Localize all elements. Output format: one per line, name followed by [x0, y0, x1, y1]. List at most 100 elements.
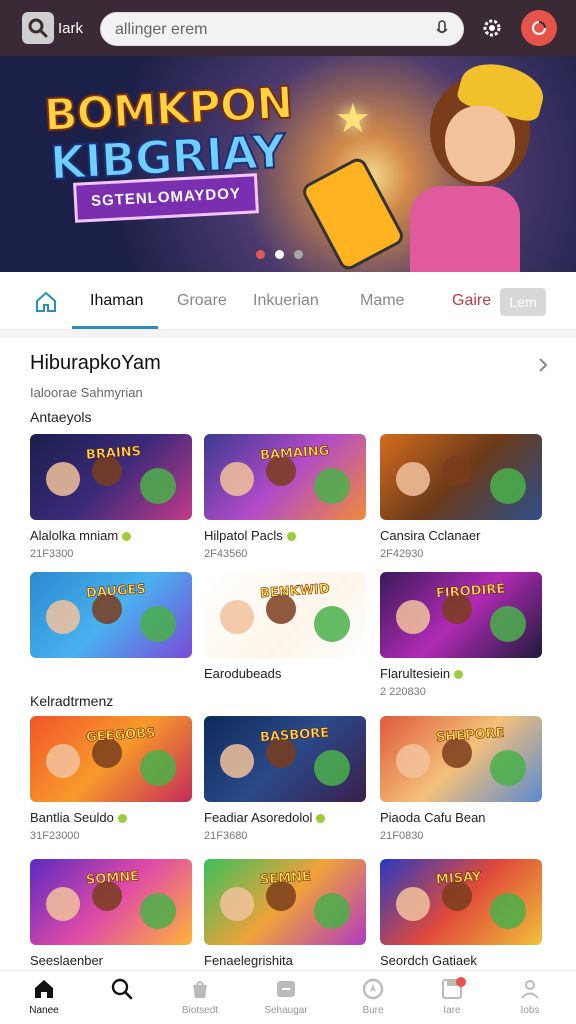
game-thumbnail[interactable]: GEEGOBS [30, 716, 192, 802]
chevron-right-icon[interactable] [536, 356, 550, 374]
gear-icon[interactable] [480, 16, 504, 40]
thumbnail-title: SEMNE [259, 869, 312, 888]
character-illustration [490, 468, 526, 504]
nav-item-save[interactable]: Iare [422, 977, 482, 1016]
game-title: Piaoda Cafu Bean [380, 810, 542, 825]
search-icon [111, 978, 133, 1000]
game-card[interactable]: FIRODIRE Flarultesiein 2 220830 [380, 572, 542, 698]
character-illustration [396, 600, 430, 634]
game-card[interactable]: DAUGES [30, 572, 192, 658]
character-illustration [220, 600, 254, 634]
character-illustration [46, 600, 80, 634]
hero-character-body [410, 186, 520, 272]
character-illustration [314, 606, 350, 642]
character-illustration [220, 462, 254, 496]
carousel-dot[interactable] [256, 250, 265, 259]
thumbnail-title: FIRODIRE [435, 581, 506, 602]
game-meta: 21F0830 [380, 830, 424, 842]
game-card[interactable]: SEMNE Fenaelegrishita [204, 859, 366, 968]
game-title: Earodubeads [204, 666, 366, 681]
game-card[interactable]: BENKWID Earodubeads [204, 572, 366, 681]
home-icon [35, 980, 53, 998]
game-meta: 2F42930 [380, 548, 424, 560]
nav-label: Nanee [29, 1005, 59, 1016]
nav-item-compass[interactable]: Bure [343, 977, 403, 1016]
hero-ribbon: SGTENLOMAYDOY [73, 173, 259, 223]
tab-mame[interactable]: Mame [360, 292, 404, 310]
divider [0, 330, 576, 338]
game-card[interactable]: BASBORE Feadiar Asoredolol 21F3680 [204, 716, 366, 842]
home-icon[interactable] [34, 290, 58, 314]
status-badge [454, 670, 464, 680]
game-thumbnail[interactable]: BAMAING [204, 434, 366, 520]
game-card[interactable]: SOMNE Seeslaenber [30, 859, 192, 968]
game-card[interactable]: Cansira Cclanaer 2F42930 [380, 434, 542, 560]
game-thumbnail[interactable]: BENKWID [204, 572, 366, 658]
thumbnail-title: DAUGES [85, 581, 147, 602]
search-input[interactable] [115, 19, 415, 41]
hero-banner[interactable]: ★ BOMKPON KIBGRIAY SGTENLOMAYDOY [0, 56, 576, 272]
section-subtitle: Ialoorae Sahmyrian [30, 385, 143, 400]
game-thumbnail[interactable] [380, 434, 542, 520]
group-label: Antaeyols [30, 409, 92, 425]
bottom-nav: Nanee Biotsedt Sehaugar Bure Iare Iobs [0, 970, 576, 1024]
game-thumbnail[interactable]: DAUGES [30, 572, 192, 658]
game-title: Cansira Cclanaer [380, 528, 542, 543]
game-thumbnail[interactable]: SHEPORE [380, 716, 542, 802]
game-thumbnail[interactable]: FIRODIRE [380, 572, 542, 658]
tab-pill-button[interactable]: Lem [500, 288, 546, 316]
game-card[interactable]: BAMAING Hilpatol Pacls 2F43560 [204, 434, 366, 560]
game-title: Hilpatol Pacls [204, 528, 366, 543]
game-meta: 2F43560 [204, 548, 248, 560]
hero-character-face [445, 106, 515, 182]
search-bar[interactable] [100, 12, 464, 46]
thumbnail-title: BASBORE [259, 725, 330, 746]
thumbnail-title: SOMNE [85, 869, 140, 888]
carousel-dot[interactable] [275, 250, 284, 259]
compass-icon [362, 978, 384, 1000]
tab-inkuerian[interactable]: Inkuerian [253, 292, 319, 310]
game-thumbnail[interactable]: MISAY [380, 859, 542, 945]
game-thumbnail[interactable]: BASBORE [204, 716, 366, 802]
game-thumbnail[interactable]: BRAINS [30, 434, 192, 520]
character-illustration [140, 468, 176, 504]
tab-groare[interactable]: Groare [177, 292, 227, 310]
nav-item-search[interactable] [92, 977, 152, 1005]
character-illustration [314, 750, 350, 786]
thumbnail-title: MISAY [435, 869, 482, 888]
nav-item-bag[interactable]: Biotsedt [170, 977, 230, 1016]
game-thumbnail[interactable]: SEMNE [204, 859, 366, 945]
character-illustration [396, 887, 430, 921]
tab-ihaman[interactable]: Ihaman [90, 292, 143, 310]
game-title-text: Piaoda Cafu Bean [380, 810, 486, 825]
thumbnail-title: GEEGOBS [85, 725, 156, 746]
nav-item-home[interactable]: Nanee [14, 977, 74, 1016]
carousel-dot[interactable] [294, 250, 303, 259]
search-logo-icon[interactable] [22, 12, 54, 44]
game-title-text: Alalolka mniam [30, 528, 119, 543]
character-illustration [490, 606, 526, 642]
mic-icon[interactable] [435, 20, 449, 38]
profile-icon [532, 21, 546, 35]
nav-item-controller[interactable]: Sehaugar [256, 977, 316, 1016]
game-title-text: Cansira Cclanaer [380, 528, 481, 543]
category-tabs: Ihaman Groare Inkuerian Mame Gaire Lem [0, 272, 576, 330]
nav-label: Bure [362, 1005, 384, 1016]
game-card[interactable]: SHEPORE Piaoda Cafu Bean 21F0830 [380, 716, 542, 842]
game-card[interactable]: MISAY Seordch Gatiaek [380, 859, 542, 968]
game-card[interactable]: GEEGOBS Bantlia Seuldo 31F23000 [30, 716, 192, 842]
active-tab-indicator [72, 326, 158, 329]
tab-gaire[interactable]: Gaire [452, 292, 491, 310]
character-illustration [140, 893, 176, 929]
profile-button[interactable] [521, 10, 557, 46]
character-illustration [46, 744, 80, 778]
character-illustration [396, 462, 430, 496]
game-thumbnail[interactable]: SOMNE [30, 859, 192, 945]
nav-item-profile[interactable]: Iobs [500, 977, 560, 1016]
character-illustration [490, 893, 526, 929]
game-card[interactable]: BRAINS Alalolka mniam 21F3300 [30, 434, 192, 560]
game-title-text: Flarultesiein [380, 666, 451, 681]
hero-phone-illustration [299, 155, 407, 272]
app-logo-text: Iark [58, 20, 84, 37]
game-title: Fenaelegrishita [204, 953, 366, 968]
